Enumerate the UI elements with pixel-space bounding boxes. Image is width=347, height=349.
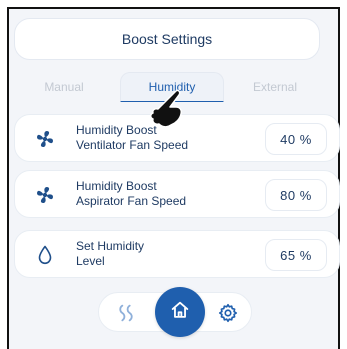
tab-label: Humidity [148, 80, 196, 94]
setting-label: Humidity Boost Aspirator Fan Speed [76, 179, 251, 209]
value-number: 65 [280, 247, 296, 263]
value-number: 40 [280, 131, 296, 147]
setting-aspirator-fan-speed[interactable]: Humidity Boost Aspirator Fan Speed 80 % [14, 170, 340, 218]
tab-label: Manual [44, 80, 84, 94]
value-field[interactable]: 65 % [265, 239, 327, 271]
home-icon [169, 299, 191, 326]
value-number: 80 [280, 187, 296, 203]
droplet-icon [33, 243, 57, 267]
fan-icon [33, 127, 57, 151]
setting-label-line2: Level [76, 254, 105, 268]
setting-label-line1: Set Humidity [76, 239, 145, 253]
page-header: Boost Settings [14, 18, 320, 60]
tab-external[interactable]: External [230, 72, 320, 102]
setting-label-line1: Humidity Boost [76, 123, 157, 137]
gear-icon[interactable] [217, 302, 239, 324]
page-title: Boost Settings [121, 31, 213, 47]
setting-label-line1: Humidity Boost [76, 179, 157, 193]
setting-humidity-level[interactable]: Set Humidity Level 65 % [14, 230, 340, 278]
value-field[interactable]: 80 % [265, 179, 327, 211]
setting-label-line2: Ventilator Fan Speed [76, 138, 189, 152]
tab-manual[interactable]: Manual [14, 72, 114, 102]
airflow-icon[interactable] [115, 302, 137, 324]
mode-tabs: Manual Humidity External [14, 72, 320, 102]
setting-label: Set Humidity Level [76, 239, 251, 269]
fan-icon [33, 183, 57, 207]
setting-label: Humidity Boost Ventilator Fan Speed [76, 123, 251, 153]
value-unit: % [299, 187, 312, 203]
setting-ventilator-fan-speed[interactable]: Humidity Boost Ventilator Fan Speed 40 % [14, 114, 340, 162]
value-unit: % [299, 247, 312, 263]
setting-label-line2: Aspirator Fan Speed [76, 194, 187, 208]
tab-humidity[interactable]: Humidity [120, 72, 224, 102]
home-button[interactable] [155, 287, 205, 337]
value-field[interactable]: 40 % [265, 123, 327, 155]
value-unit: % [299, 131, 312, 147]
tab-label: External [252, 80, 298, 94]
